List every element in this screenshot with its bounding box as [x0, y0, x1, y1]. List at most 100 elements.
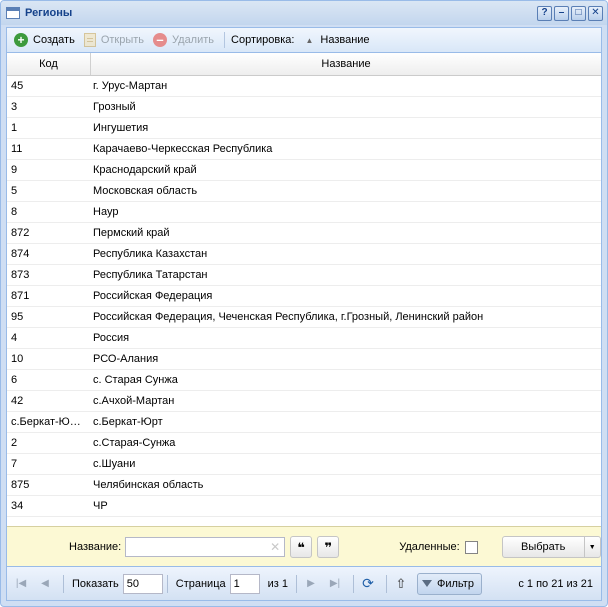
- cell-code: 873: [11, 269, 30, 281]
- clear-icon[interactable]: ✕: [270, 540, 280, 554]
- table-row[interactable]: 11 Карачаево-Черкесская Республика: [7, 139, 601, 160]
- table-row[interactable]: 8 Наур: [7, 202, 601, 223]
- sort-field-button[interactable]: ▲ Название: [302, 29, 375, 51]
- select-button[interactable]: Выбрать: [503, 537, 585, 557]
- open-button[interactable]: Открыть: [81, 29, 150, 51]
- create-label: Создать: [33, 34, 75, 46]
- first-page-icon[interactable]: |◀: [11, 574, 31, 594]
- table-row[interactable]: 45 г. Урус-Мартан: [7, 76, 601, 97]
- cell-code: 11: [11, 143, 23, 155]
- table-row[interactable]: 4 Россия: [7, 328, 601, 349]
- document-icon: [83, 33, 96, 47]
- cell-name: Челябинская область: [93, 479, 204, 491]
- table-row[interactable]: 5 Московская область: [7, 181, 601, 202]
- name-filter-label: Название:: [69, 541, 122, 553]
- table-row[interactable]: 873 Республика Татарстан: [7, 265, 601, 286]
- filter-toggle-label: Фильтр: [437, 577, 474, 590]
- cell-name: с.Старая-Сунжа: [93, 437, 176, 449]
- cell-code: с.Беркат-Ю…: [11, 416, 81, 428]
- sort-field-label: Название: [320, 34, 370, 46]
- cell-name: Пермский край: [93, 227, 170, 239]
- cell-code: 3: [11, 101, 18, 113]
- page-size-value: 50: [126, 577, 140, 590]
- table-row[interactable]: 95 Российская Федерация, Чеченская Респуб…: [7, 307, 601, 328]
- cell-name: Россия: [93, 332, 130, 344]
- add-icon: +: [14, 33, 28, 47]
- page-size-input[interactable]: 50: [122, 573, 163, 594]
- next-page-icon[interactable]: ▶: [301, 574, 321, 594]
- table-row[interactable]: 875 Челябинская область: [7, 475, 601, 496]
- column-header-name[interactable]: Название: [91, 53, 601, 75]
- create-button[interactable]: + Создать: [11, 29, 81, 51]
- prev-page-icon[interactable]: ◀: [35, 574, 55, 594]
- paging-toolbar: |◀ ◀ Показать 50 Страница 1 из 1 ▶ ▶| ⟳ …: [7, 566, 601, 600]
- delete-button[interactable]: – Удалить: [150, 29, 220, 51]
- help-icon[interactable]: ?: [537, 5, 552, 21]
- quote-open-button[interactable]: ❝: [290, 536, 313, 558]
- cell-code: 875: [11, 479, 30, 491]
- pager-separator: [353, 574, 354, 593]
- last-page-icon[interactable]: ▶|: [325, 574, 345, 594]
- window-titlebar[interactable]: Регионы ? – □ ✕: [1, 1, 607, 25]
- cell-name: с.Шуани: [93, 458, 136, 470]
- table-row[interactable]: 871 Российская Федерация: [7, 286, 601, 307]
- paging-info: с 1 по 21 из 21: [518, 577, 593, 590]
- page-number-input[interactable]: 1: [229, 573, 260, 594]
- table-row[interactable]: 1 Ингушетия: [7, 118, 601, 139]
- grid-header: Код Название: [7, 53, 601, 76]
- open-label: Открыть: [100, 34, 145, 46]
- toolbar-separator: [224, 32, 226, 48]
- window-title: Регионы: [25, 7, 73, 19]
- close-icon[interactable]: ✕: [588, 5, 603, 21]
- cell-code: 7: [11, 458, 18, 470]
- table-row[interactable]: 10 РСО-Алания: [7, 349, 601, 370]
- table-row[interactable]: 872 Пермский край: [7, 223, 601, 244]
- column-header-code[interactable]: Код: [7, 53, 91, 75]
- maximize-icon[interactable]: □: [571, 5, 586, 21]
- deleted-filter-label: Удаленные:: [399, 541, 460, 553]
- minimize-icon[interactable]: –: [554, 5, 569, 21]
- cell-name: РСО-Алания: [93, 353, 159, 365]
- cell-name: Ингушетия: [93, 122, 149, 134]
- filter-toggle-button[interactable]: Фильтр: [417, 572, 482, 595]
- cell-code: 34: [11, 500, 24, 512]
- name-filter-input[interactable]: ✕: [125, 537, 286, 557]
- page-count-label: из 1: [267, 577, 288, 590]
- table-row[interactable]: 3 Грозный: [7, 97, 601, 118]
- cell-code: 872: [11, 227, 30, 239]
- page-size-label: Показать: [72, 577, 119, 590]
- cell-code: 2: [11, 437, 18, 449]
- page-label: Страница: [175, 577, 226, 590]
- chevron-down-icon[interactable]: ▼: [585, 537, 600, 557]
- cell-name: Российская Федерация: [93, 290, 213, 302]
- window-body: + Создать Открыть – Удалить Сортировка: …: [6, 27, 602, 601]
- refresh-icon[interactable]: ⟳: [358, 574, 378, 594]
- cell-code: 8: [11, 206, 18, 218]
- table-row[interactable]: 874 Республика Казахстан: [7, 244, 601, 265]
- cell-name: Московская область: [93, 185, 198, 197]
- cell-name: с.Ачхой-Мартан: [93, 395, 175, 407]
- table-row[interactable]: 42 с.Ачхой-Мартан: [7, 391, 601, 412]
- quote-close-button[interactable]: ❞: [317, 536, 340, 558]
- cell-name: Республика Татарстан: [93, 269, 208, 281]
- window-icon: [6, 7, 20, 19]
- cell-code: 4: [11, 332, 18, 344]
- pager-separator: [63, 574, 64, 593]
- page-number-value: 1: [233, 577, 240, 590]
- cell-name: с. Старая Сунжа: [93, 374, 178, 386]
- select-split-button[interactable]: Выбрать ▼: [501, 536, 601, 558]
- grid-rows: 45 г. Урус-Мартан 3 Грозный 1 Ингушетия 11 К…: [7, 76, 601, 530]
- cell-code: 874: [11, 248, 30, 260]
- table-row[interactable]: 2 с.Старая-Сунжа: [7, 433, 601, 454]
- table-row[interactable]: 7 с.Шуани: [7, 454, 601, 475]
- cell-code: 9: [11, 164, 18, 176]
- table-row[interactable]: 34 ЧР: [7, 496, 601, 517]
- funnel-icon: [422, 580, 432, 587]
- deleted-checkbox[interactable]: [464, 540, 478, 554]
- export-icon[interactable]: ⇧: [391, 574, 411, 594]
- table-row[interactable]: с.Беркат-Ю… с.Беркат-Юрт: [7, 412, 601, 433]
- table-row[interactable]: 9 Краснодарский край: [7, 160, 601, 181]
- table-row[interactable]: 6 с. Старая Сунжа: [7, 370, 601, 391]
- cell-code: 1: [11, 122, 18, 134]
- sort-ascending-icon: ▲: [305, 35, 314, 45]
